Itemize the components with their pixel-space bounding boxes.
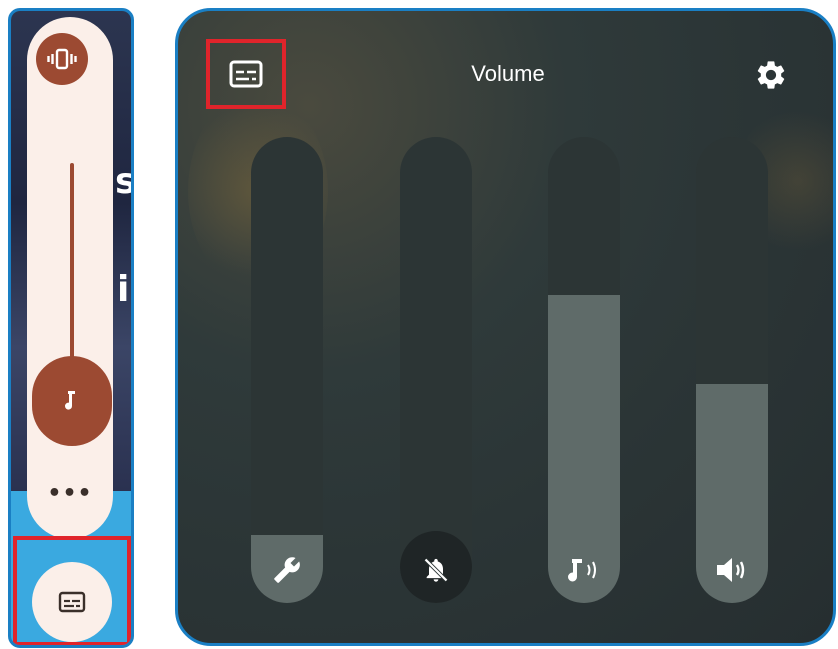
wrench-icon [274,557,300,583]
bell-muted-icon [424,558,448,582]
highlight-box [13,536,131,645]
compact-volume-panel: s i ••• [8,8,134,648]
music-note-icon [568,559,596,582]
background-letter: i [117,269,130,310]
speaker-icon [717,558,745,582]
volume-slider-thumb[interactable] [32,356,112,446]
expanded-volume-panel: Volume [175,8,836,646]
panel-title: Volume [471,61,545,86]
slider-icon-area [548,547,620,593]
more-options-button[interactable]: ••• [27,481,113,506]
live-caption-button[interactable] [206,39,286,109]
caption-icon [229,60,263,88]
vibrate-icon [47,48,77,70]
media-volume-slider[interactable] [548,137,620,603]
call-volume-slider[interactable] [696,137,768,603]
music-note-icon [65,391,75,410]
volume-slider-track[interactable] [70,163,74,363]
settings-button[interactable] [753,57,789,93]
background-letter: s [115,161,131,202]
notification-volume-slider[interactable] [400,137,472,603]
gear-icon [757,61,785,89]
vibrate-button[interactable] [36,33,88,85]
slider-icon-area [400,547,472,593]
slider-icon-area [696,547,768,593]
system-volume-slider[interactable] [251,137,323,603]
slider-icon-area [251,547,323,593]
